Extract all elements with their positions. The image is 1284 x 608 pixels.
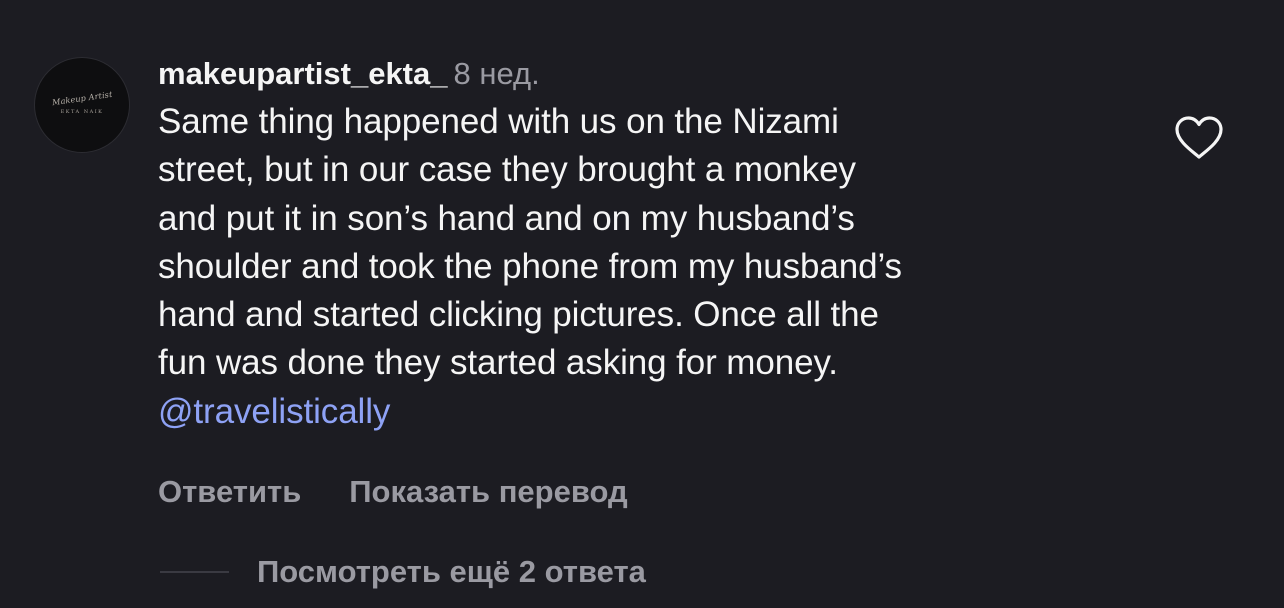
comment-text-line: Same thing happened with us on the Nizam… — [158, 102, 839, 141]
comment-text-line: fun was done they started asking for mon… — [158, 343, 838, 383]
comment-text-line: shoulder and took the phone from my husb… — [158, 246, 902, 286]
replies-divider — [160, 571, 229, 573]
comment: Makeup Artist EKTA NAIK makeupartist_ekt… — [0, 0, 1284, 608]
username[interactable]: makeupartist_ekta_ — [158, 56, 448, 91]
avatar-logo-script: Makeup Artist — [51, 89, 113, 107]
comment-text-line: hand and started clicking pictures. Once… — [158, 295, 879, 335]
heart-outline-icon[interactable] — [1172, 114, 1226, 162]
comment-text-line: and put it in son’s hand and on my husba… — [158, 198, 855, 238]
show-translation-button[interactable]: Показать перевод — [349, 474, 627, 509]
reply-button[interactable]: Ответить — [158, 474, 301, 509]
comment-text: Same thing happened with us on the Nizam… — [158, 98, 1118, 436]
mention-link[interactable]: @travelistically — [158, 388, 1118, 436]
comment-text-line: street, but in our case they brought a m… — [158, 150, 856, 190]
comment-time: 8 нед. — [453, 56, 540, 91]
avatar[interactable]: Makeup Artist EKTA NAIK — [34, 57, 130, 153]
view-replies-button[interactable]: Посмотреть ещё 2 ответа — [257, 550, 646, 594]
view-replies[interactable]: Посмотреть ещё 2 ответа — [160, 550, 646, 594]
avatar-logo-name: EKTA NAIK — [60, 108, 104, 115]
comment-body: makeupartist_ekta_ 8 нед. Same thing happ… — [158, 52, 1118, 436]
comment-actions: Ответить Показать перевод — [158, 470, 628, 514]
comment-header: makeupartist_ekta_ 8 нед. — [158, 52, 1118, 96]
